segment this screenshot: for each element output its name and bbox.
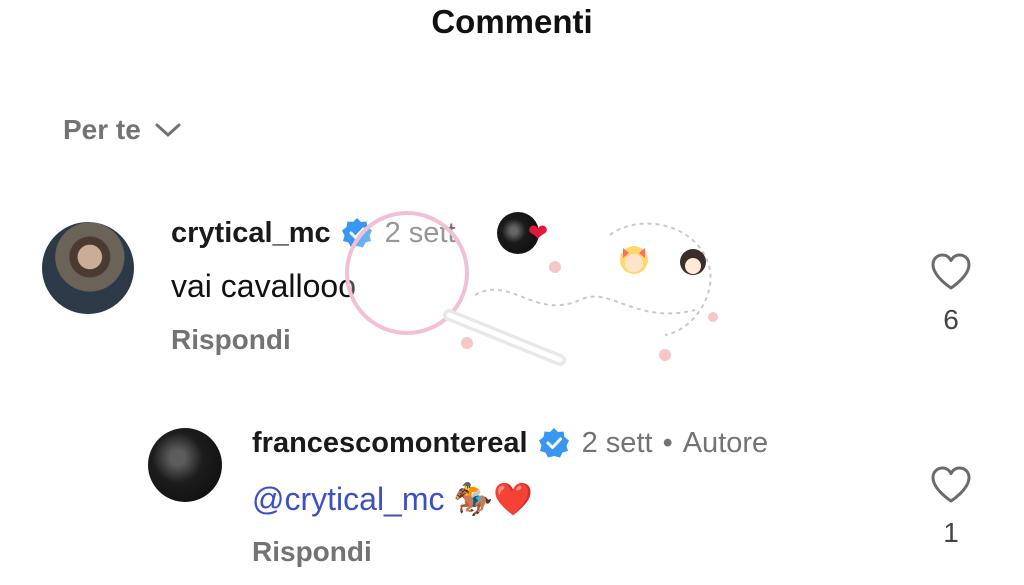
author-badge: Autore <box>682 426 769 459</box>
comment-text: vai cavallooo <box>171 268 356 304</box>
like-count: 6 <box>943 304 959 335</box>
avatar[interactable] <box>148 428 222 502</box>
mention-link[interactable]: @crytical_mc <box>252 481 445 517</box>
heart-filled-icon: ❤ <box>528 220 549 247</box>
page-title: Commenti <box>431 3 593 40</box>
heart-outline-icon[interactable] <box>930 252 972 292</box>
username[interactable]: francescomontereal <box>252 427 528 460</box>
comment-text: @crytical_mc 🏇❤️ <box>252 480 533 518</box>
sort-filter-dropdown[interactable]: Per te <box>63 110 181 150</box>
sort-filter-label: Per te <box>63 114 141 145</box>
chevron-down-icon <box>155 123 181 137</box>
comment-time: 2 sett <box>384 216 456 249</box>
verified-badge-icon <box>341 218 372 248</box>
comment-header: crytical_mc 2 sett <box>171 213 456 253</box>
comment-emoji: 🏇❤️ <box>453 481 534 517</box>
reply-button[interactable]: Rispondi <box>171 324 291 356</box>
like-control: 1 <box>921 465 981 549</box>
verified-badge-icon <box>538 428 569 458</box>
like-control: 6 <box>921 252 981 336</box>
avatar[interactable] <box>42 222 134 314</box>
reply-button[interactable]: Rispondi <box>252 536 372 568</box>
separator-dot: • <box>662 426 673 459</box>
comment-time: 2 sett <box>581 426 653 459</box>
username[interactable]: crytical_mc <box>171 217 331 250</box>
like-count: 1 <box>943 517 959 548</box>
comment-header: francescomontereal 2 sett • Autore <box>252 423 768 463</box>
heart-outline-icon[interactable] <box>930 465 972 505</box>
